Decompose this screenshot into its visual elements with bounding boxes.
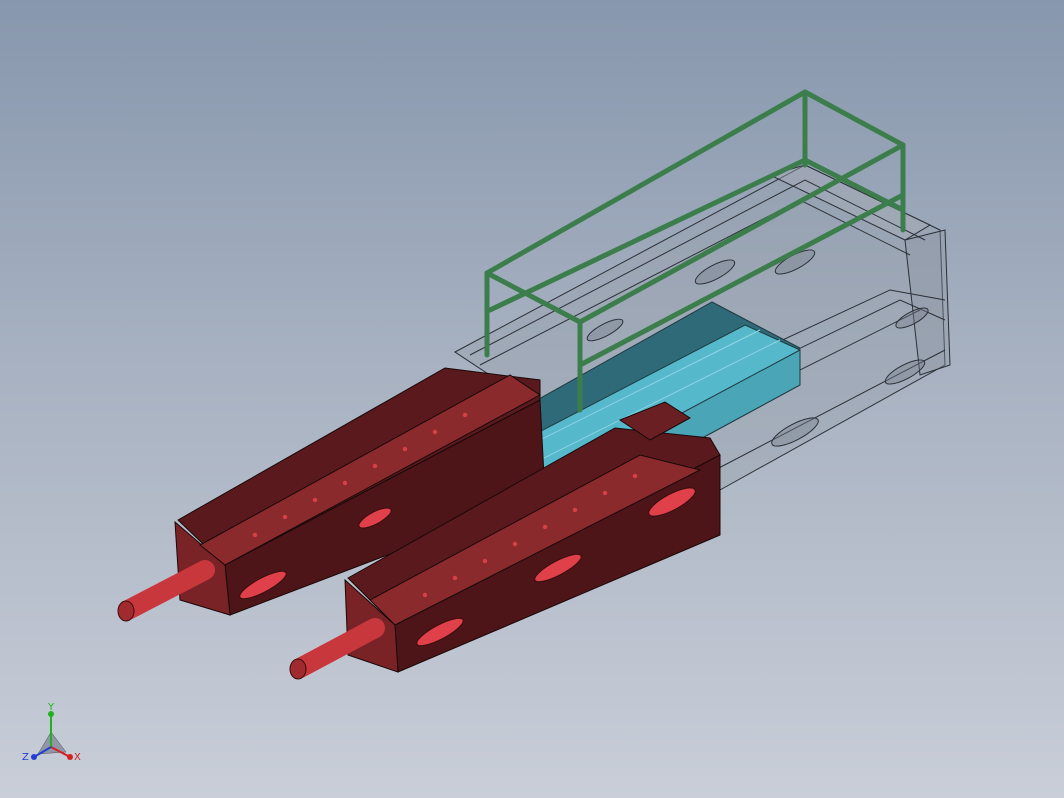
z-axis-label: Z — [22, 752, 29, 763]
x-axis-label: X — [74, 752, 81, 763]
z-axis-knob — [31, 754, 37, 760]
y-axis-label: Y — [47, 702, 55, 713]
assembly-model[interactable] — [0, 0, 1064, 798]
x-axis-knob — [67, 754, 73, 760]
cad-viewport[interactable]: Y X Z — [0, 0, 1064, 798]
axis-triad[interactable]: Y X Z — [18, 702, 88, 772]
